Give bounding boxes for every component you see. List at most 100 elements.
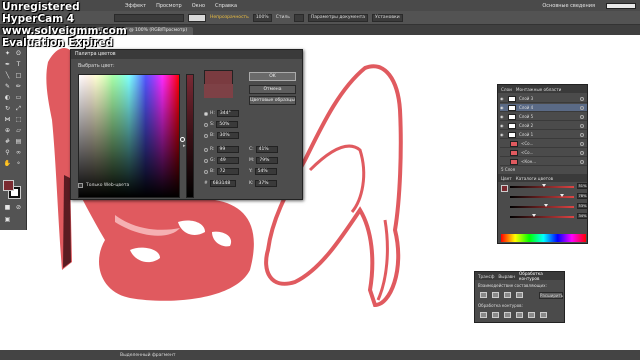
y-input[interactable]: 54% xyxy=(254,168,277,175)
target-circle-icon[interactable] xyxy=(580,159,584,164)
g-input[interactable]: 49 xyxy=(217,157,240,164)
color-swatches-button[interactable]: Цветовые образцы xyxy=(249,96,296,105)
preferences-button[interactable]: Установки xyxy=(372,13,403,22)
target-circle-icon[interactable] xyxy=(580,132,584,137)
h-radio[interactable] xyxy=(204,111,208,116)
color-spectrum-bar[interactable] xyxy=(501,234,586,242)
target-circle-icon[interactable] xyxy=(580,150,584,155)
g-radio[interactable] xyxy=(204,158,208,163)
merge-icon[interactable] xyxy=(504,312,511,318)
m-slider-knob[interactable] xyxy=(560,194,564,197)
type-tool-icon[interactable]: T xyxy=(14,60,23,69)
eyedropper-tool-icon[interactable]: ⚲ xyxy=(3,148,12,157)
sublayer-row[interactable]: <Со... xyxy=(500,149,587,157)
menu-item-window[interactable]: Окно xyxy=(187,3,210,9)
y-slider[interactable] xyxy=(510,204,574,208)
tab-color[interactable]: Цвет xyxy=(501,176,512,181)
document-settings-button[interactable]: Параметры документа xyxy=(307,13,369,22)
rectangle-tool-icon[interactable]: □ xyxy=(14,71,23,80)
color-field-cursor[interactable] xyxy=(180,137,185,142)
tab-artboards[interactable]: Монтажные области xyxy=(516,87,562,92)
m-slider[interactable] xyxy=(510,194,574,198)
visibility-eye-icon[interactable]: ◉ xyxy=(500,96,505,101)
k-slider[interactable] xyxy=(510,214,574,218)
c-slider-knob[interactable] xyxy=(542,184,546,187)
web-only-option[interactable]: Только Web-цвета xyxy=(78,183,129,188)
intersect-icon[interactable] xyxy=(504,292,511,298)
tab-color-guide[interactable]: Каталоги цветов xyxy=(516,176,553,181)
eraser-tool-icon[interactable]: ▭ xyxy=(14,93,23,102)
exclude-icon[interactable] xyxy=(516,292,523,298)
visibility-eye-icon[interactable]: ◉ xyxy=(500,132,505,137)
minus-back-icon[interactable] xyxy=(540,312,547,318)
width-tool-icon[interactable]: ⋈ xyxy=(3,115,12,124)
blend-tool-icon[interactable]: ∞ xyxy=(14,148,23,157)
color-field[interactable] xyxy=(78,74,185,198)
hue-slider-arrow-icon[interactable]: ▸ xyxy=(183,143,186,149)
pencil-tool-icon[interactable]: ✏ xyxy=(14,82,23,91)
tab-layers[interactable]: Слои xyxy=(501,87,512,92)
layer-row[interactable]: ◉ Слой 1 xyxy=(500,131,587,139)
k-slider-knob[interactable] xyxy=(532,214,536,217)
none-mode-icon[interactable]: ⊘ xyxy=(14,203,23,212)
line-tool-icon[interactable]: ╲ xyxy=(3,71,12,80)
b-input[interactable]: 30% xyxy=(216,132,239,139)
y-value[interactable]: 53% xyxy=(577,203,588,209)
tab-pathfinder[interactable]: Обработка контуров xyxy=(519,271,564,281)
style-select[interactable] xyxy=(293,13,304,22)
stroke-weight-select[interactable] xyxy=(114,13,184,22)
expand-button[interactable]: Расширить xyxy=(539,292,563,299)
h-input[interactable]: 344° xyxy=(216,110,239,117)
r-input[interactable]: 99 xyxy=(216,146,239,153)
outline-icon[interactable] xyxy=(528,312,535,318)
rotate-tool-icon[interactable]: ↻ xyxy=(3,104,12,113)
m-value[interactable]: 78% xyxy=(577,193,588,199)
k-input[interactable]: 37% xyxy=(255,180,278,187)
search-input[interactable] xyxy=(606,2,636,9)
menu-item-view[interactable]: Просмотр xyxy=(151,3,187,9)
c-slider[interactable] xyxy=(510,184,574,188)
target-circle-icon[interactable] xyxy=(580,105,584,110)
cancel-button[interactable]: Отмена xyxy=(249,85,296,94)
magic-wand-tool-icon[interactable]: ✦ xyxy=(3,49,12,58)
free-transform-tool-icon[interactable]: ⬚ xyxy=(14,115,23,124)
layer-row[interactable]: ◉ Слой 2 xyxy=(500,122,587,130)
b-radio[interactable] xyxy=(204,133,208,138)
hex-input[interactable]: 6B3148 xyxy=(209,180,236,187)
brush-tool-icon[interactable]: ✎ xyxy=(3,82,12,91)
layer-row[interactable]: ◉ Слой 5 xyxy=(500,113,587,121)
perspective-tool-icon[interactable]: ▱ xyxy=(14,126,23,135)
layer-row[interactable]: ◉ Слой 4 xyxy=(500,104,587,112)
k-value[interactable]: 34% xyxy=(577,213,588,219)
crop-icon[interactable] xyxy=(516,312,523,318)
trim-icon[interactable] xyxy=(492,312,499,318)
menu-item-effect[interactable]: Эффект xyxy=(120,3,151,9)
sublayer-row[interactable]: <Кон... xyxy=(500,158,587,166)
target-circle-icon[interactable] xyxy=(580,114,584,119)
web-only-checkbox[interactable] xyxy=(78,183,83,188)
menu-item-help[interactable]: Справка xyxy=(210,3,242,9)
screen-mode-icon[interactable]: ▣ xyxy=(3,215,12,224)
tab-align[interactable]: Выравн xyxy=(498,274,515,279)
r-radio[interactable] xyxy=(204,147,208,152)
scale-tool-icon[interactable]: ⤢ xyxy=(14,104,23,113)
c-value[interactable]: 51% xyxy=(577,183,588,189)
visibility-eye-icon[interactable]: ◉ xyxy=(500,123,505,128)
hue-slider[interactable]: ▸ xyxy=(183,74,194,198)
blob-brush-tool-icon[interactable]: ◐ xyxy=(3,93,12,102)
tab-transform[interactable]: Трансф xyxy=(478,274,494,279)
workspace-switcher[interactable]: Основные сведения xyxy=(537,3,600,9)
pen-tool-icon[interactable]: ✒ xyxy=(3,60,12,69)
mesh-tool-icon[interactable]: # xyxy=(3,137,12,146)
layer-row[interactable]: ◉ Слой 3 xyxy=(500,95,587,103)
color-mode-icon[interactable]: ■ xyxy=(3,203,12,212)
minus-front-icon[interactable] xyxy=(492,292,499,298)
y-slider-knob[interactable] xyxy=(544,204,548,207)
unite-icon[interactable] xyxy=(480,292,487,298)
target-circle-icon[interactable] xyxy=(580,96,584,101)
shape-builder-tool-icon[interactable]: ⊕ xyxy=(3,126,12,135)
lasso-tool-icon[interactable]: ʘ xyxy=(14,49,23,58)
target-circle-icon[interactable] xyxy=(580,123,584,128)
ok-button[interactable]: OK xyxy=(249,72,296,81)
zoom-tool-icon[interactable]: ⚬ xyxy=(14,159,23,168)
